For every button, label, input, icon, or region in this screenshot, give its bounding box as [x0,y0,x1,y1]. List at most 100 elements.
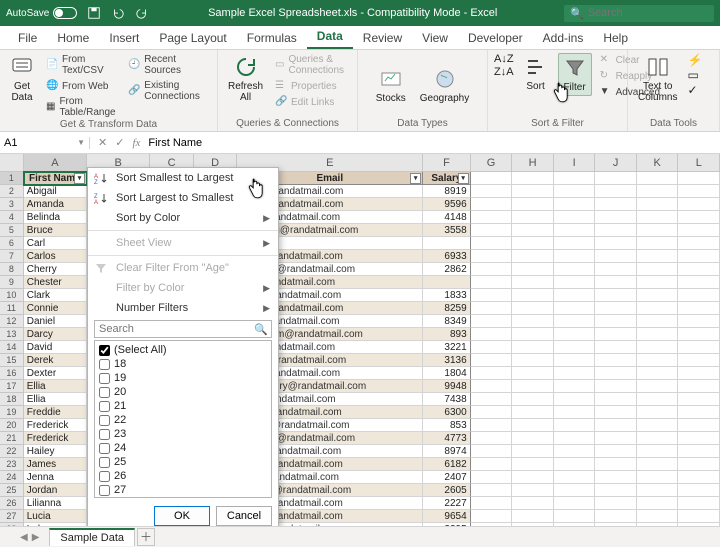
cell[interactable]: Carl [24,237,87,250]
ok-button[interactable]: OK [154,506,210,526]
text-to-columns-button[interactable]: Text to Columns [634,53,681,105]
redo-icon[interactable] [135,6,149,20]
row-header[interactable]: 27 [0,510,24,523]
from-text-csv-button[interactable]: 📄From Text/CSV [44,53,120,77]
filter-dropdown-icon[interactable]: ▾ [74,173,85,184]
tab-addins[interactable]: Add-ins [533,27,594,49]
number-filters-item[interactable]: Number Filters ▶ [88,298,278,318]
checkbox[interactable] [99,415,110,426]
tab-formulas[interactable]: Formulas [237,27,307,49]
checkbox[interactable] [99,443,110,454]
row-header[interactable]: 10 [0,289,24,302]
from-table-button[interactable]: ▦From Table/Range [44,95,120,119]
cell[interactable]: Connie [24,302,87,315]
queries-connections-button[interactable]: ▭Queries & Connections [273,53,351,77]
tab-view[interactable]: View [412,27,458,49]
stocks-button[interactable]: Stocks [372,65,410,106]
cell[interactable]: 2605 [423,484,470,497]
row-header[interactable]: 23 [0,458,24,471]
tab-insert[interactable]: Insert [99,27,149,49]
filter-dropdown-icon[interactable]: ▾ [410,173,421,184]
tab-review[interactable]: Review [353,27,412,49]
data-validation-icon[interactable]: ✓ [687,83,702,97]
cell[interactable]: 6182 [423,458,470,471]
row-header[interactable]: 21 [0,432,24,445]
fx-icon[interactable]: fx [132,137,140,149]
undo-icon[interactable] [111,6,125,20]
cell[interactable]: 2407 [423,471,470,484]
nav-next-icon[interactable]: ▶ [32,532,40,543]
cell[interactable]: Lucia [24,510,87,523]
filter-check-item[interactable]: 19 [97,371,269,385]
checkbox[interactable] [99,457,110,468]
cell[interactable]: Amanda [24,198,87,211]
checkbox[interactable] [99,359,110,370]
sort-button[interactable]: Sort [520,53,552,94]
cell[interactable]: Darcy [24,328,87,341]
cell[interactable]: 9654 [423,510,470,523]
cell[interactable]: Ellia [24,393,87,406]
remove-dup-icon[interactable]: ▭ [687,68,702,82]
formula-input[interactable] [148,137,712,149]
row-header[interactable]: 16 [0,367,24,380]
get-data-button[interactable]: Get Data [6,53,38,105]
row-header[interactable]: 26 [0,497,24,510]
col-header-J[interactable]: J [595,154,637,171]
tab-file[interactable]: File [8,27,47,49]
col-header-F[interactable]: F [423,154,470,171]
filter-checklist[interactable]: (Select All)18192021222324252627282930(B… [94,340,272,498]
sort-descending-item[interactable]: ZA Sort Largest to Smallest [88,188,278,208]
cell[interactable]: Carlos [24,250,87,263]
cell[interactable]: 9948 [423,380,470,393]
cell[interactable]: David [24,341,87,354]
row-header[interactable]: 17 [0,380,24,393]
filter-check-item[interactable]: 20 [97,385,269,399]
cell[interactable]: Abigail [24,185,87,198]
sort-za-icon[interactable]: Z↓A [494,66,514,78]
checkbox[interactable] [99,485,110,496]
cell[interactable] [423,237,470,250]
cell[interactable]: 2227 [423,497,470,510]
cell[interactable] [423,276,470,289]
cell[interactable]: 8919 [423,185,470,198]
title-search[interactable]: 🔍 [564,5,714,22]
col-header-A[interactable]: A [24,154,87,171]
cell[interactable]: Derek [24,354,87,367]
row-header[interactable]: 9 [0,276,24,289]
tab-help[interactable]: Help [593,27,638,49]
cell[interactable]: 8259 [423,302,470,315]
cell[interactable]: Lilianna [24,497,87,510]
save-icon[interactable] [87,6,101,20]
sheet-tab-sample-data[interactable]: Sample Data [49,528,135,546]
filter-check-item[interactable]: 23 [97,427,269,441]
row-header[interactable]: 2 [0,185,24,198]
col-header-G[interactable]: G [471,154,513,171]
title-search-input[interactable] [588,7,708,19]
nav-prev-icon[interactable]: ◀ [20,532,28,543]
filter-check-item[interactable]: 26 [97,469,269,483]
filter-search-input[interactable] [94,320,272,338]
cancel-formula-icon[interactable]: ✕ [98,136,107,149]
flash-fill-icon[interactable]: ⚡ [687,53,702,67]
cell[interactable]: Belinda [24,211,87,224]
row-header[interactable]: 14 [0,341,24,354]
col-header-H[interactable]: H [512,154,554,171]
filter-check-item[interactable]: (Select All) [97,343,269,357]
col-header-I[interactable]: I [554,154,596,171]
filter-check-item[interactable]: 27 [97,483,269,497]
filter-search[interactable]: 🔍 [94,320,272,338]
sort-by-color-item[interactable]: Sort by Color ▶ [88,208,278,228]
tab-developer[interactable]: Developer [458,27,533,49]
cell[interactable]: Bruce [24,224,87,237]
cell[interactable]: Clark [24,289,87,302]
cell[interactable]: 3136 [423,354,470,367]
row-header[interactable]: 13 [0,328,24,341]
cell[interactable]: 893 [423,328,470,341]
filter-check-item[interactable]: 28 [97,497,269,498]
enter-formula-icon[interactable]: ✓ [115,136,124,149]
cell[interactable]: Chester [24,276,87,289]
cell[interactable]: Frederick [24,419,87,432]
name-box[interactable]: ▼ [0,137,90,149]
cell[interactable]: 4773 [423,432,470,445]
cell[interactable]: 4148 [423,211,470,224]
